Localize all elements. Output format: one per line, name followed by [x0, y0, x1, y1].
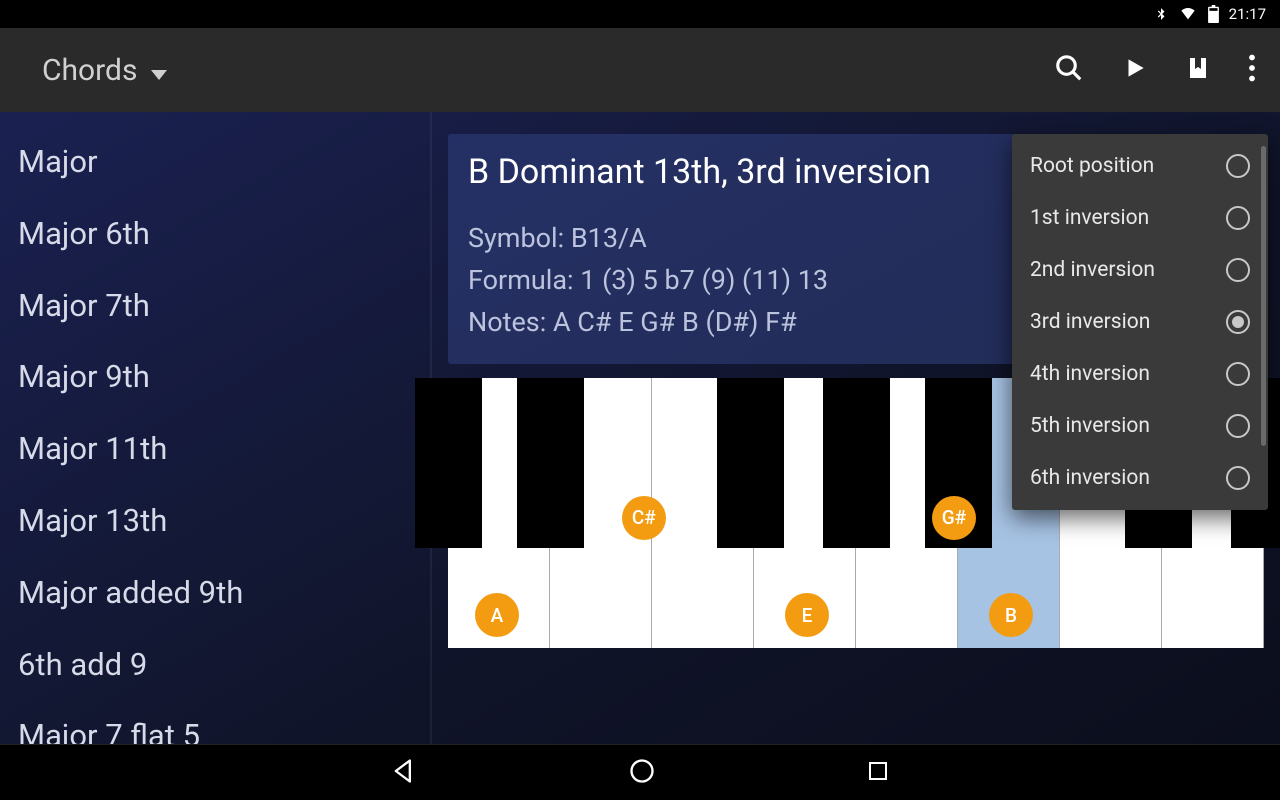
- inversion-option-selected[interactable]: 3rd inversion: [1012, 296, 1268, 348]
- radio-icon-selected: [1226, 310, 1250, 334]
- list-item[interactable]: Major 6th: [0, 198, 430, 270]
- white-key[interactable]: [652, 378, 754, 648]
- mode-dropdown[interactable]: Chords: [42, 53, 1036, 88]
- bluetooth-icon: [1154, 5, 1168, 23]
- note-marker-a: A: [475, 593, 519, 637]
- radio-icon: [1226, 154, 1250, 178]
- main-area: Major Major 6th Major 7th Major 9th Majo…: [0, 112, 1280, 744]
- overflow-icon: [1248, 54, 1256, 86]
- list-item[interactable]: Major 13th: [0, 485, 430, 557]
- note-marker-csharp: C#: [622, 496, 666, 540]
- chevron-down-icon: [151, 53, 167, 88]
- chord-type-list[interactable]: Major Major 6th Major 7th Major 9th Majo…: [0, 112, 430, 744]
- back-icon: [390, 757, 418, 789]
- inversion-option[interactable]: 6th inversion: [1012, 452, 1268, 504]
- status-bar: 21:17: [0, 0, 1280, 28]
- nav-home-button[interactable]: [628, 757, 656, 789]
- list-item[interactable]: Major added 9th: [0, 557, 430, 629]
- radio-icon: [1226, 258, 1250, 282]
- radio-icon: [1226, 206, 1250, 230]
- bookmark-icon: [1186, 53, 1210, 87]
- app-bar: Chords: [0, 28, 1280, 112]
- play-button[interactable]: [1122, 53, 1148, 87]
- radio-icon: [1226, 466, 1250, 490]
- status-time: 21:17: [1229, 5, 1266, 23]
- note-marker-e: E: [785, 593, 829, 637]
- inversion-option[interactable]: 4th inversion: [1012, 348, 1268, 400]
- list-item[interactable]: Major 11th: [0, 413, 430, 485]
- inversion-option[interactable]: 1st inversion: [1012, 192, 1268, 244]
- inversion-option[interactable]: Root position: [1012, 140, 1268, 192]
- nav-recents-button[interactable]: [866, 759, 890, 787]
- play-icon: [1122, 53, 1148, 87]
- appbar-actions: [1054, 53, 1264, 87]
- overflow-button[interactable]: [1248, 54, 1256, 86]
- note-marker-gsharp: G#: [932, 496, 976, 540]
- search-button[interactable]: [1054, 53, 1084, 87]
- nav-back-button[interactable]: [390, 757, 418, 789]
- bookmark-button[interactable]: [1186, 53, 1210, 87]
- android-nav-bar: [0, 744, 1280, 800]
- scrollbar[interactable]: [1261, 146, 1266, 446]
- battery-icon: [1208, 5, 1219, 23]
- inversion-option[interactable]: 5th inversion: [1012, 400, 1268, 452]
- inversion-option[interactable]: 2nd inversion: [1012, 244, 1268, 296]
- wifi-icon: [1178, 6, 1198, 22]
- list-item[interactable]: Major 9th: [0, 341, 430, 413]
- mode-title: Chords: [42, 53, 137, 88]
- list-item[interactable]: Major 7 flat 5: [0, 700, 430, 744]
- recents-icon: [866, 759, 890, 787]
- note-marker-b: B: [989, 593, 1033, 637]
- chord-detail: B Dominant 13th, 3rd inversion Symbol: B…: [432, 112, 1280, 744]
- list-item[interactable]: Major: [0, 126, 430, 198]
- radio-icon: [1226, 362, 1250, 386]
- radio-icon: [1226, 414, 1250, 438]
- list-item[interactable]: Major 7th: [0, 270, 430, 342]
- inversion-popup: Root position 1st inversion 2nd inversio…: [1012, 134, 1268, 510]
- home-icon: [628, 757, 656, 789]
- list-item[interactable]: 6th add 9: [0, 629, 430, 701]
- search-icon: [1054, 53, 1084, 87]
